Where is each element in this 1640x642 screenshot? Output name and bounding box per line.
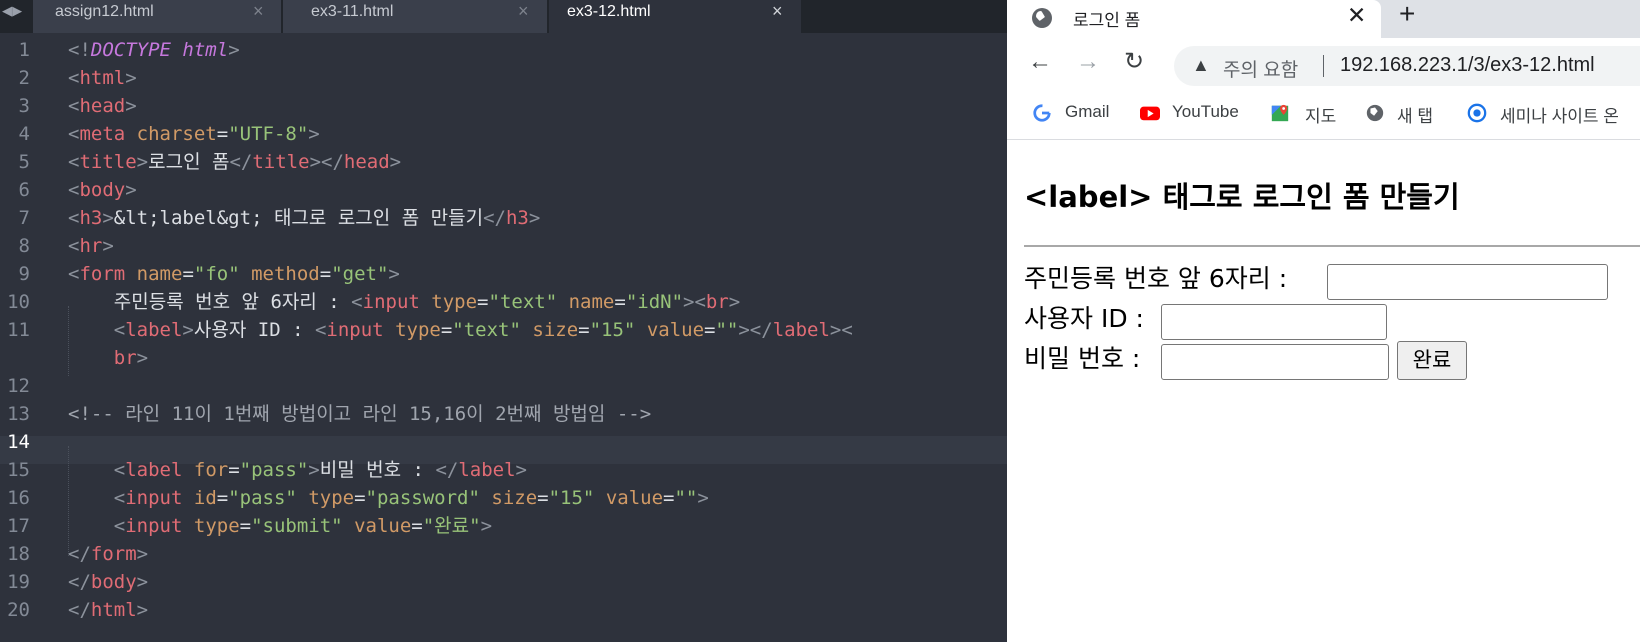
line-number: 2 <box>18 67 30 89</box>
user-id-input[interactable] <box>1161 304 1387 340</box>
bookmark-label: YouTube <box>1172 102 1239 121</box>
tab-label: assign12.html <box>55 3 154 20</box>
bookmark-label: 세미나 사이트 온 <box>1500 107 1619 126</box>
code-area[interactable]: <!DOCTYPE html> <html> <head> <meta char… <box>68 33 1003 642</box>
code-line-19: </body> <box>68 571 149 593</box>
code-line-1: <!DOCTYPE html> <box>68 39 240 61</box>
close-icon[interactable]: × <box>253 1 264 22</box>
line-number: 7 <box>18 207 30 229</box>
code-line-11: <label>사용자 ID : <input type="text" size=… <box>113 319 853 341</box>
close-icon[interactable]: × <box>772 1 783 22</box>
code-line-16: <input id="pass" type="password" size="1… <box>113 487 709 509</box>
line-number: 5 <box>18 151 30 173</box>
url-text[interactable]: 192.168.223.1/3/ex3-12.html <box>1340 54 1595 77</box>
close-icon[interactable]: ✕ <box>1347 2 1366 29</box>
maps-icon <box>1271 104 1289 122</box>
code-line-6: <body> <box>68 179 137 201</box>
label-user-id[interactable]: 사용자 ID : <box>1024 299 1144 335</box>
line-number: 8 <box>18 235 30 257</box>
id-number-input[interactable] <box>1327 264 1608 300</box>
code-line-20: </html> <box>68 599 149 621</box>
code-line-5: <title>로그인 폼</title></head> <box>68 151 402 173</box>
code-line-3: <head> <box>68 95 137 117</box>
line-number: 4 <box>18 123 30 145</box>
line-number: 3 <box>18 95 30 117</box>
back-arrow-icon[interactable]: ← <box>1028 48 1052 76</box>
page-heading: <label> 태그로 로그인 폼 만들기 <box>1024 180 1460 214</box>
bookmark-label: 새 탭 <box>1397 107 1434 126</box>
close-icon[interactable]: × <box>518 1 529 22</box>
code-line-8: <hr> <box>68 235 114 257</box>
address-divider <box>1323 55 1324 77</box>
tab-ex3-12[interactable]: ex3-12.html × <box>549 0 801 33</box>
chrome-icon <box>1467 103 1487 123</box>
bookmarks-bar: Gmail YouTube 지도 새 탭 세미나 사이트 온 <box>1007 92 1640 140</box>
line-number: 1 <box>18 39 30 61</box>
globe-icon <box>1366 104 1384 122</box>
tab-label: ex3-12.html <box>567 3 651 20</box>
submit-button[interactable]: 완료 <box>1397 341 1467 380</box>
address-bar[interactable]: ▲ 주의 요함 192.168.223.1/3/ex3-12.html <box>1174 46 1640 86</box>
line-number: 10 <box>7 291 30 313</box>
label-password[interactable]: 비밀 번호 : <box>1024 339 1140 375</box>
bookmark-label: 지도 <box>1305 107 1337 126</box>
code-line-17: <input type="submit" value="완료"> <box>113 515 493 537</box>
web-page-content: <label> 태그로 로그인 폼 만들기 주민등록 번호 앞 6자리 : 사용… <box>1007 141 1640 642</box>
code-line-15: <label for="pass">비밀 번호 : </label> <box>113 459 527 481</box>
new-tab-icon[interactable]: + <box>1399 0 1415 30</box>
code-editor: ◀ ▶ assign12.html × ex3-11.html × ex3-12… <box>0 0 1007 642</box>
line-number: 9 <box>18 263 30 285</box>
tab-assign12[interactable]: assign12.html × <box>33 0 281 33</box>
security-warning-text[interactable]: 주의 요함 <box>1223 55 1298 82</box>
code-line-7: <h3>&lt;label&gt; 태그로 로그인 폼 만들기</h3> <box>68 207 541 229</box>
tab-scroll-arrows-icon[interactable]: ◀ ▶ <box>2 4 32 26</box>
line-number-gutter: 1 2 3 4 5 6 7 8 9 10 11 12 13 14 15 16 1… <box>0 33 60 642</box>
line-number: 6 <box>18 179 30 201</box>
line-number: 13 <box>7 403 30 425</box>
code-line-13: <!-- 라인 11이 1번째 방법이고 라인 15,16이 2번째 방법임 -… <box>68 403 652 425</box>
warning-icon[interactable]: ▲ <box>1192 55 1210 76</box>
browser-tab[interactable]: 로그인 폼 ✕ <box>1007 0 1381 38</box>
code-line-10: 주민등록 번호 앞 6자리 : <input type="text" name=… <box>113 291 741 313</box>
browser-window: 로그인 폼 ✕ + ← → ↻ ▲ 주의 요함 192.168.223.1/3/… <box>1007 0 1640 642</box>
browser-toolbar: ← → ↻ ▲ 주의 요함 192.168.223.1/3/ex3-12.htm… <box>1007 38 1640 92</box>
editor-tab-bar: ◀ ▶ assign12.html × ex3-11.html × ex3-12… <box>0 0 1007 33</box>
reload-icon[interactable]: ↻ <box>1124 48 1144 76</box>
line-number: 11 <box>7 319 30 341</box>
forward-arrow-icon[interactable]: → <box>1076 48 1100 76</box>
tab-label: ex3-11.html <box>311 3 394 20</box>
globe-icon <box>1032 8 1052 28</box>
browser-tab-bar: 로그인 폼 ✕ + <box>1007 0 1640 38</box>
browser-tab-title: 로그인 폼 <box>1073 11 1141 30</box>
horizontal-rule <box>1024 245 1640 247</box>
youtube-icon <box>1140 106 1160 121</box>
google-icon <box>1033 104 1051 122</box>
code-line-18: </form> <box>68 543 149 565</box>
line-number-current: 14 <box>7 431 30 453</box>
line-number: 16 <box>7 487 30 509</box>
line-number: 20 <box>7 599 30 621</box>
code-line-2: <html> <box>68 67 137 89</box>
line-number: 12 <box>7 375 30 397</box>
line-number: 19 <box>7 571 30 593</box>
code-line-9: <form name="fo" method="get"> <box>68 263 400 285</box>
code-line-11-wrap: br> <box>113 347 149 369</box>
line-number: 18 <box>7 543 30 565</box>
bookmark-label: Gmail <box>1065 102 1110 121</box>
line-number: 17 <box>7 515 30 537</box>
line-number: 15 <box>7 459 30 481</box>
password-input[interactable] <box>1161 344 1389 380</box>
code-line-4: <meta charset="UTF-8"> <box>68 123 320 145</box>
label-id-number: 주민등록 번호 앞 6자리 : <box>1024 264 1288 293</box>
tab-ex3-11[interactable]: ex3-11.html × <box>283 0 547 33</box>
